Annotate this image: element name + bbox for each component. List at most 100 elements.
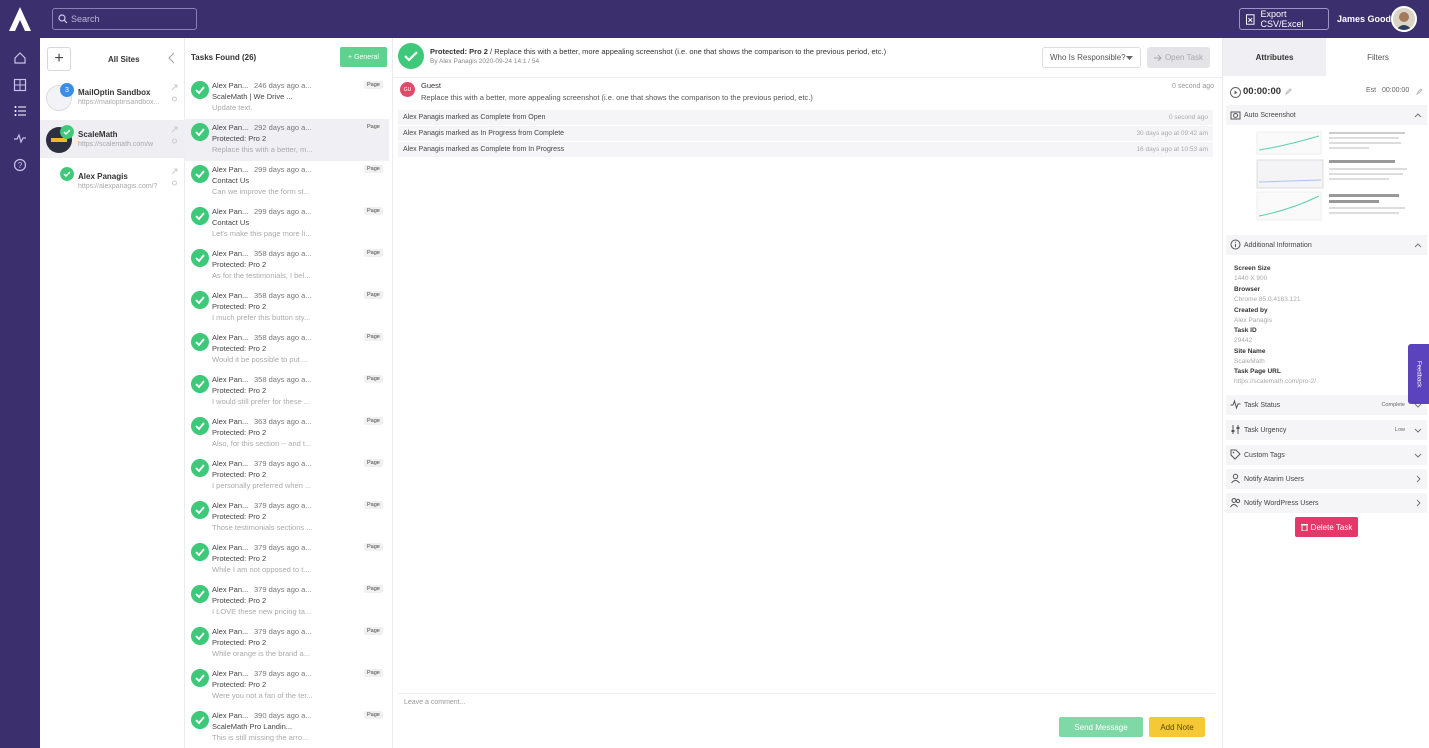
task-type-tag: Page	[364, 165, 383, 173]
help-icon[interactable]: ?	[13, 158, 27, 172]
task-item[interactable]: Alex Pan... 358 days ago a... Page Protecte…	[185, 245, 389, 287]
user-avatar[interactable]	[1391, 6, 1417, 32]
task-item[interactable]: Alex Pan... 299 days ago a... Page Contact …	[185, 161, 389, 203]
task-author: Alex Pan...	[212, 207, 249, 216]
responsible-label: Who Is Responsible?	[1050, 53, 1126, 62]
task-page: Protected: Pro 2	[212, 134, 267, 143]
task-snippet: I LOVE these new pricing ta...	[212, 607, 312, 616]
task-item[interactable]: Alex Pan... 379 days ago a... Page Protecte…	[185, 581, 389, 623]
all-sites-label[interactable]: All Sites	[108, 55, 140, 64]
external-link-icon[interactable]	[171, 168, 178, 175]
tab-filters[interactable]: Filters	[1326, 38, 1429, 76]
play-icon[interactable]	[1230, 87, 1241, 98]
task-type-tag: Page	[364, 501, 383, 509]
camera-icon	[1230, 111, 1241, 120]
complete-check-icon	[191, 711, 209, 729]
task-item[interactable]: Alex Pan... 292 days ago a... Page Protecte…	[185, 119, 389, 161]
edit-icon[interactable]	[1416, 88, 1423, 95]
task-page: Protected: Pro 2	[212, 386, 267, 395]
task-page: Protected: Pro 2	[212, 596, 267, 605]
auto-screenshot-section[interactable]: Auto Screenshot	[1226, 105, 1427, 125]
grid-icon[interactable]	[13, 78, 27, 92]
tasks-list-icon[interactable]	[13, 104, 27, 118]
task-time: 246 days ago a...	[254, 81, 312, 90]
complete-check-icon	[191, 459, 209, 477]
task-item[interactable]: Alex Pan... 358 days ago a... Page Protecte…	[185, 329, 389, 371]
attributes-panel: Attributes Filters 00:00:00 Est 00:00:00…	[1222, 38, 1429, 748]
tasks-found-title: Tasks Found (26)	[191, 53, 257, 62]
open-task-button[interactable]: Open Task	[1147, 47, 1210, 68]
open-task-label: Open Task	[1164, 53, 1204, 62]
activity-log-item: Alex Panagis marked as Complete from In …	[398, 142, 1213, 157]
task-item[interactable]: Alex Pan... 379 days ago a... Page Protecte…	[185, 539, 389, 581]
activity-icon[interactable]	[13, 131, 27, 145]
task-item[interactable]: Alex Pan... 379 days ago a... Page Protecte…	[185, 623, 389, 665]
task-item[interactable]: Alex Pan... 390 days ago a... Page ScaleMat…	[185, 707, 389, 748]
task-item[interactable]: Alex Pan... 379 days ago a... Page Protecte…	[185, 455, 389, 497]
task-author: Alex Pan...	[212, 375, 249, 384]
external-link-icon[interactable]	[171, 126, 178, 133]
external-link-icon[interactable]	[171, 84, 178, 91]
task-item[interactable]: Alex Pan... 246 days ago a... Page ScaleMat…	[185, 77, 389, 119]
task-urgency-section[interactable]: Task Urgency Low	[1226, 420, 1427, 440]
site-item-scalemath[interactable]: ScaleMath https://scalemath.com/w	[40, 120, 185, 158]
task-item[interactable]: Alex Pan... 363 days ago a... Page Protecte…	[185, 413, 389, 455]
edit-icon[interactable]	[1285, 88, 1292, 95]
general-button[interactable]: + General	[340, 47, 387, 67]
add-note-button[interactable]: Add Note	[1149, 717, 1205, 737]
complete-check-icon	[191, 585, 209, 603]
task-time: 390 days ago a...	[254, 711, 312, 720]
comment-input[interactable]	[404, 699, 1004, 706]
complete-check-icon	[191, 81, 209, 99]
site-item-mailoptin[interactable]: 3 MailOptin Sandbox https://mailoptinsan…	[40, 78, 185, 116]
task-status-section[interactable]: Task Status Complete	[1226, 395, 1427, 415]
add-site-button[interactable]: +	[47, 47, 71, 71]
notify-atarim-section[interactable]: Notify Atarim Users	[1226, 469, 1427, 489]
guest-name: Guest	[421, 81, 442, 90]
task-page-url-value[interactable]: https://scalemath.com/pro-2/	[1234, 378, 1316, 385]
export-csv-button[interactable]: Export CSV/Excel	[1239, 8, 1329, 30]
task-type-tag: Page	[364, 417, 383, 425]
guest-avatar: GU	[400, 82, 415, 97]
pin-icon[interactable]	[171, 180, 178, 187]
tab-attributes[interactable]: Attributes	[1223, 38, 1326, 76]
task-item[interactable]: Alex Pan... 379 days ago a... Page Protecte…	[185, 497, 389, 539]
estimate: Est 00:00:00	[1366, 87, 1409, 94]
task-time: 363 days ago a...	[254, 417, 312, 426]
log-text: Alex Panagis marked as In Progress from …	[403, 130, 565, 137]
home-icon[interactable]	[13, 51, 27, 65]
complete-check-icon	[191, 123, 209, 141]
pin-icon[interactable]	[171, 96, 178, 103]
notify-wordpress-section[interactable]: Notify WordPress Users	[1226, 493, 1427, 513]
site-url: https://alexpanagis.com/?	[78, 183, 158, 190]
task-time: 358 days ago a...	[254, 333, 312, 342]
additional-info-section[interactable]: Additional Information	[1226, 235, 1427, 255]
task-page: Protected: Pro 2	[212, 680, 267, 689]
complete-check-icon	[191, 291, 209, 309]
task-item[interactable]: Alex Pan... 299 days ago a... Page Contact …	[185, 203, 389, 245]
atarim-logo-icon[interactable]	[8, 6, 32, 32]
delete-task-button[interactable]: Delete Task	[1295, 517, 1358, 537]
task-item[interactable]: Alex Pan... 358 days ago a... Page Protecte…	[185, 371, 389, 413]
task-item[interactable]: Alex Pan... 379 days ago a... Page Protecte…	[185, 665, 389, 707]
responsible-select[interactable]: Who Is Responsible?	[1042, 47, 1141, 68]
screenshot-thumbnail[interactable]	[1255, 130, 1411, 225]
task-item[interactable]: Alex Pan... 358 days ago a... Page Protecte…	[185, 287, 389, 329]
send-message-button[interactable]: Send Message	[1059, 717, 1143, 737]
complete-check-icon	[191, 375, 209, 393]
task-id-label: Task ID	[1234, 327, 1257, 334]
chevron-left-icon[interactable]	[167, 52, 177, 64]
custom-tags-section[interactable]: Custom Tags	[1226, 445, 1427, 465]
task-page: Protected: Pro 2	[212, 302, 267, 311]
task-author: Alex Pan...	[212, 249, 249, 258]
chevron-up-icon	[1414, 243, 1422, 248]
task-page: ScaleMath | We Drive ...	[212, 92, 293, 101]
site-item-alexpanagis[interactable]: Alex Panagis https://alexpanagis.com/?	[40, 162, 185, 200]
pin-icon[interactable]	[171, 138, 178, 145]
feedback-tab[interactable]: Feedback	[1408, 344, 1429, 404]
search-input[interactable]	[52, 8, 197, 30]
complete-check-icon[interactable]	[398, 43, 424, 69]
task-urgency-value: Low	[1394, 427, 1405, 433]
task-author: Alex Pan...	[212, 333, 249, 342]
check-badge-icon	[60, 125, 74, 139]
